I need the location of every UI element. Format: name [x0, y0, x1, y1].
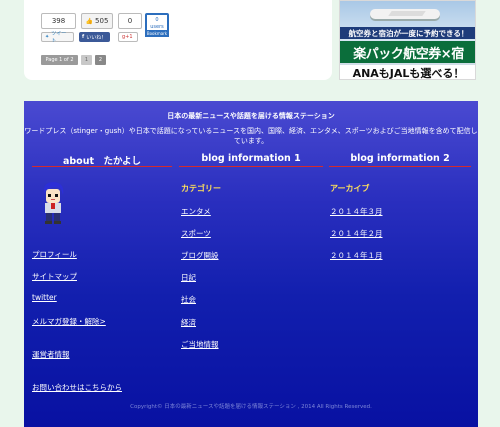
- category-link-local[interactable]: ご当地情報: [181, 339, 219, 350]
- footer-link-newsletter[interactable]: メルマガ登録・解除>: [32, 316, 106, 327]
- ad-line-2: 楽パック航空券×宿: [340, 41, 475, 63]
- category-heading: カテゴリー: [181, 184, 221, 193]
- copyright: Copyright© 日本の最新ニュースや話題を届ける情報ステーション , 20…: [130, 404, 372, 410]
- site-footer: 日本の最新ニュースや話題を届ける情報ステーション ワードプレス（stinger・…: [24, 101, 478, 427]
- ad-line-1: 航空券と宿泊が一度に予約できる！: [340, 27, 475, 39]
- category-link-sports[interactable]: スポーツ: [181, 228, 211, 239]
- footer-link-operator[interactable]: 運営者情報: [32, 349, 70, 360]
- archive-link-2014-02[interactable]: ２０１４年２月: [330, 228, 383, 239]
- footer-link-profile[interactable]: プロフィール: [32, 249, 77, 260]
- footer-col-about-heading: about たかよし: [62, 156, 142, 167]
- facebook-like-button[interactable]: f いいね！: [79, 32, 110, 42]
- hatena-label: Bookmark: [145, 30, 169, 37]
- ad-banner[interactable]: 航空券と宿泊が一度に予約できる！ 楽パック航空券×宿 ANAもJALも選べる！: [339, 0, 476, 80]
- footer-col-divider: [179, 166, 323, 167]
- airplane-wing-icon: [388, 11, 426, 16]
- page-link-2[interactable]: 2: [95, 55, 106, 65]
- footer-link-contact[interactable]: お問い合わせはこちらから: [32, 382, 122, 393]
- footer-title: 日本の最新ニュースや話題を届ける情報ステーション: [167, 112, 335, 120]
- facebook-like-label: いいね！: [86, 34, 107, 41]
- like-count: 👍 505: [81, 13, 113, 29]
- facebook-icon: f: [82, 34, 85, 40]
- twitter-bird-icon: ✦: [45, 34, 50, 40]
- tweet-button[interactable]: ✦ ツイート: [41, 31, 74, 44]
- share-buttons: 398 👍 505 0 0 users Bookmark ✦ ツイート f いい…: [41, 13, 181, 53]
- hatena-count: 0: [155, 17, 159, 23]
- footer-link-sitemap[interactable]: サイトマップ: [32, 271, 77, 282]
- thumbs-up-icon: 👍: [85, 17, 94, 25]
- ad-line-3: ANAもJALも選べる！: [340, 65, 475, 79]
- footer-link-twitter[interactable]: twitter: [32, 293, 57, 302]
- pagination: Page 1 of 2 1 2: [41, 55, 106, 65]
- avatar: [43, 182, 64, 224]
- footer-col-divider: [32, 166, 172, 167]
- footer-col-divider: [329, 166, 471, 167]
- archive-heading: アーカイブ: [330, 184, 370, 193]
- category-link-economy[interactable]: 経済: [181, 317, 196, 328]
- gplus-count: 0: [118, 13, 142, 29]
- page-link-1[interactable]: 1: [81, 55, 92, 65]
- footer-description: ワードプレス（stinger・gush）や日本で話題になっているニュースを国内、…: [24, 127, 478, 145]
- category-link-blog-start[interactable]: ブログ開設: [181, 250, 219, 261]
- footer-col-info1-heading: blog information 1: [201, 153, 301, 164]
- category-link-society[interactable]: 社会: [181, 294, 196, 305]
- archive-link-2014-03[interactable]: ２０１４年３月: [330, 206, 383, 217]
- footer-col-info2-heading: blog information 2: [350, 153, 450, 164]
- page-status: Page 1 of 2: [41, 55, 78, 65]
- like-count-value: 505: [95, 17, 109, 25]
- hatena-bookmark-button[interactable]: 0 users Bookmark: [145, 13, 169, 37]
- tweet-label: ツイート: [51, 31, 67, 44]
- category-link-diary[interactable]: 日記: [181, 272, 196, 283]
- category-link-entertainment[interactable]: エンタメ: [181, 206, 211, 217]
- archive-link-2014-01[interactable]: ２０１４年１月: [330, 250, 383, 261]
- gplus-button[interactable]: g+1: [118, 32, 138, 42]
- share-count: 398: [41, 13, 76, 29]
